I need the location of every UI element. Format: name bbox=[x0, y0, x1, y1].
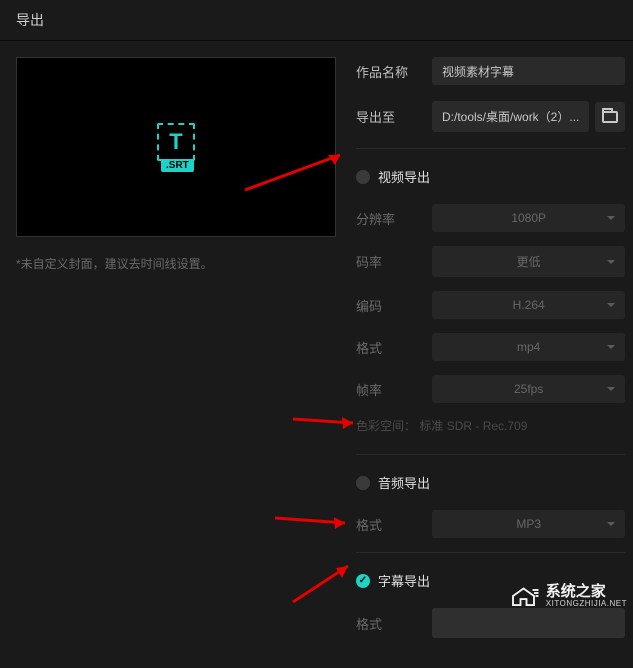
text-t-icon: T bbox=[157, 123, 195, 161]
divider bbox=[356, 454, 625, 455]
subtitle-format-row: 格式 bbox=[356, 608, 625, 638]
codec-label: 编码 bbox=[356, 296, 432, 315]
dialog-title: 导出 bbox=[16, 12, 44, 28]
audio-format-select: MP3 bbox=[432, 510, 625, 538]
fps-select: 25fps bbox=[432, 375, 625, 403]
divider bbox=[356, 552, 625, 553]
srt-badge: .SRT bbox=[161, 159, 194, 172]
video-format-row: 格式 mp4 bbox=[356, 333, 625, 361]
dialog-header: 导出 bbox=[0, 0, 633, 41]
resolution-select: 1080P bbox=[432, 204, 625, 232]
codec-row: 编码 H.264 bbox=[356, 291, 625, 319]
folder-icon bbox=[602, 111, 618, 123]
colorspace-label: 色彩空间： bbox=[356, 419, 416, 433]
video-format-select: mp4 bbox=[432, 333, 625, 361]
right-column: 作品名称 导出至 D:/tools/桌面/work（2）... 视频导出 分辨率… bbox=[356, 57, 633, 652]
codec-select: H.264 bbox=[432, 291, 625, 319]
colorspace-value: 标准 SDR - Rec.709 bbox=[419, 419, 527, 433]
content-area: T .SRT *未自定义封面，建议去时间线设置。 作品名称 导出至 D:/too… bbox=[0, 41, 633, 668]
chevron-down-icon bbox=[607, 345, 615, 349]
bitrate-label: 码率 bbox=[356, 252, 432, 271]
fps-value: 25fps bbox=[514, 382, 543, 396]
resolution-label: 分辨率 bbox=[356, 209, 432, 228]
bitrate-select: 更低 bbox=[432, 246, 625, 277]
preview-note: *未自定义封面，建议去时间线设置。 bbox=[16, 255, 336, 272]
name-label: 作品名称 bbox=[356, 62, 432, 81]
bitrate-row: 码率 更低 bbox=[356, 246, 625, 277]
video-format-value: mp4 bbox=[517, 340, 540, 354]
video-format-label: 格式 bbox=[356, 338, 432, 357]
audio-format-label: 格式 bbox=[356, 515, 432, 534]
subtitle-format-select[interactable] bbox=[432, 608, 625, 638]
divider bbox=[356, 148, 625, 149]
preview-thumbnail[interactable]: T .SRT bbox=[16, 57, 336, 237]
chevron-down-icon bbox=[607, 387, 615, 391]
codec-value: H.264 bbox=[513, 298, 545, 312]
name-input[interactable] bbox=[432, 57, 625, 85]
export-path-display: D:/tools/桌面/work（2）... bbox=[432, 101, 589, 132]
export-path-row: 导出至 D:/tools/桌面/work（2）... bbox=[356, 101, 625, 132]
audio-export-label: 音频导出 bbox=[378, 473, 430, 492]
subtitle-export-checkbox[interactable] bbox=[356, 574, 370, 588]
audio-export-checkbox[interactable] bbox=[356, 476, 370, 490]
fps-row: 帧率 25fps bbox=[356, 375, 625, 403]
watermark-text: 系统之家 XITONGZHIJIA.NET bbox=[546, 584, 627, 608]
bitrate-value: 更低 bbox=[517, 253, 541, 270]
fps-label: 帧率 bbox=[356, 380, 432, 399]
chevron-down-icon bbox=[607, 303, 615, 307]
watermark-sub: XITONGZHIJIA.NET bbox=[546, 600, 627, 608]
video-export-checkbox[interactable] bbox=[356, 170, 370, 184]
watermark-main: 系统之家 bbox=[546, 584, 627, 600]
subtitle-format-label: 格式 bbox=[356, 614, 432, 633]
audio-export-toggle: 音频导出 bbox=[356, 473, 625, 492]
video-export-label: 视频导出 bbox=[378, 167, 430, 186]
audio-format-row: 格式 MP3 bbox=[356, 510, 625, 538]
srt-icon: T .SRT bbox=[157, 123, 195, 172]
subtitle-export-label: 字幕导出 bbox=[378, 571, 430, 590]
colorspace-row: 色彩空间： 标准 SDR - Rec.709 bbox=[356, 417, 625, 434]
watermark: 系统之家 XITONGZHIJIA.NET bbox=[510, 583, 627, 609]
left-column: T .SRT *未自定义封面，建议去时间线设置。 bbox=[16, 57, 336, 652]
chevron-down-icon bbox=[607, 522, 615, 526]
watermark-logo-icon bbox=[510, 583, 540, 609]
name-row: 作品名称 bbox=[356, 57, 625, 85]
chevron-down-icon bbox=[607, 260, 615, 264]
chevron-down-icon bbox=[607, 216, 615, 220]
audio-format-value: MP3 bbox=[516, 517, 541, 531]
video-export-toggle: 视频导出 bbox=[356, 167, 625, 186]
export-to-label: 导出至 bbox=[356, 107, 432, 126]
resolution-row: 分辨率 1080P bbox=[356, 204, 625, 232]
resolution-value: 1080P bbox=[511, 211, 546, 225]
browse-folder-button[interactable] bbox=[595, 102, 625, 132]
